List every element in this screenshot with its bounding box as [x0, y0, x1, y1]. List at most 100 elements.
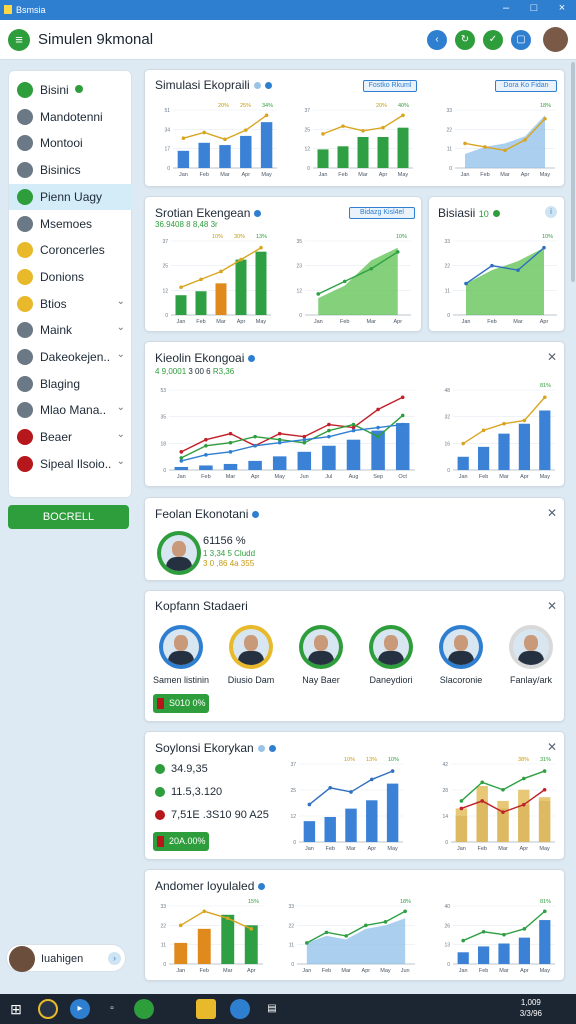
y-tick-label: 0 — [291, 962, 294, 968]
sidebar-item[interactable]: Mlao Mana.. ⌄ — [9, 397, 133, 423]
bar — [244, 925, 258, 964]
x-tick-label: May — [275, 474, 286, 480]
sidebar-action-button[interactable]: BOCRELL — [8, 505, 129, 529]
sidebar-item[interactable]: Pienn Uagy — [9, 183, 133, 210]
start-icon[interactable]: ⊞ — [6, 999, 26, 1019]
data-point — [225, 916, 230, 921]
y-tick-label: 26 — [444, 923, 450, 929]
bar — [324, 816, 336, 842]
sidebar-item[interactable]: Sipeal Ilsoio.. ⌄ — [9, 451, 133, 477]
data-point — [481, 929, 486, 934]
filter-pill[interactable]: Dora Ko Fidan — [495, 80, 557, 92]
x-tick-label: Mar — [498, 846, 508, 852]
bar — [255, 251, 267, 315]
data-point — [239, 257, 243, 262]
sidebar-item[interactable]: Mandotenni — [9, 104, 133, 130]
avatar[interactable] — [543, 27, 568, 52]
progress-button[interactable]: S010 0% — [153, 694, 209, 713]
data-point — [383, 920, 388, 924]
media-icon[interactable]: ▸ — [70, 999, 90, 1019]
close-icon[interactable]: ✕ — [547, 599, 557, 613]
menu-icon[interactable]: ≡ — [8, 29, 30, 51]
count-badge: 10 — [478, 209, 489, 219]
bar — [260, 122, 273, 168]
sidebar-item-label: Blaging — [40, 376, 81, 391]
store-icon[interactable]: ▤ — [262, 999, 282, 1019]
avatar[interactable] — [439, 625, 483, 669]
close-icon[interactable]: ✕ — [547, 506, 557, 520]
maximize-button[interactable]: □ — [524, 2, 544, 14]
person-name: Diusio Dam — [227, 675, 275, 685]
minimize-button[interactable]: – — [496, 2, 516, 14]
info-icon[interactable]: › — [108, 952, 121, 965]
edge-icon[interactable] — [230, 999, 250, 1019]
x-tick-label: Jun — [401, 968, 410, 974]
data-label: 20% — [376, 103, 387, 109]
user-profile[interactable]: Iuahigen › — [6, 944, 126, 972]
user-name: Iuahigen — [41, 953, 84, 965]
progress-button[interactable]: 20A.00% — [153, 832, 209, 851]
avatar[interactable] — [369, 625, 413, 669]
sidebar-item[interactable]: Dakeokejen.. ⌄ — [9, 344, 133, 370]
sidebar-item[interactable]: Btios ⌄ — [9, 291, 133, 317]
scrollbar[interactable] — [571, 62, 575, 282]
browser-icon[interactable] — [38, 999, 58, 1019]
sidebar-item[interactable]: Bisinics — [9, 157, 133, 183]
chart-13: 40 26 13 0 Jan Feb Mar Apr May 81% — [444, 899, 555, 974]
sidebar-item[interactable]: Beaer ⌄ — [9, 424, 133, 450]
y-tick-label: 35 — [296, 239, 302, 245]
window-button[interactable]: ▢ — [511, 30, 531, 50]
sidebar-item[interactable]: Donions — [9, 264, 133, 290]
person-name: Slacoronie — [439, 675, 483, 685]
filter-pill[interactable]: Fostko Rkuml — [363, 80, 417, 92]
app-icon[interactable] — [134, 999, 154, 1019]
sidebar-item[interactable]: Msemoes — [9, 211, 133, 237]
x-tick-label: Mar — [358, 172, 368, 178]
sidebar-item[interactable]: Maink ⌄ — [9, 317, 133, 343]
sidebar-item[interactable]: Bisini — [9, 77, 133, 103]
status-icon — [155, 810, 165, 821]
card-basic: Bisiasii 10 i 33 22 11 0 Jan Feb Mar Apr 10% — [428, 196, 565, 332]
avatar[interactable] — [229, 625, 273, 669]
x-tick-label: May — [256, 319, 267, 325]
sidebar-item[interactable]: Montooi — [9, 130, 133, 156]
status-icon — [157, 836, 164, 847]
y-tick-label: 14 — [442, 814, 448, 820]
y-tick-label: 0 — [445, 840, 448, 846]
status-icon — [248, 355, 256, 363]
window-icon[interactable]: ▫ — [102, 999, 122, 1019]
sidebar-item[interactable]: Coroncerles — [9, 237, 133, 263]
chevron-down-icon[interactable]: ⌄ — [117, 349, 125, 360]
sidebar-item[interactable]: Blaging — [9, 371, 133, 397]
gear-icon — [17, 135, 33, 152]
close-button[interactable]: × — [552, 2, 572, 14]
avatar[interactable] — [299, 625, 343, 669]
y-tick-label: 16 — [444, 441, 450, 447]
x-tick-label: Apr — [247, 968, 256, 974]
avatar[interactable] — [509, 625, 553, 669]
data-point — [344, 934, 348, 938]
series-line — [308, 770, 393, 806]
data-point — [501, 810, 505, 814]
chevron-down-icon[interactable]: ⌄ — [117, 322, 125, 333]
avatar[interactable] — [159, 625, 203, 669]
refresh-button[interactable]: ↻ — [455, 30, 475, 50]
x-tick-label: Jan — [314, 319, 323, 325]
chart-3: 33 22 11 0 Jan Feb Mar Apr May 18% — [446, 103, 555, 178]
filter-pill[interactable]: Bidazg Kisl4el — [349, 207, 415, 219]
data-point — [204, 437, 208, 442]
bar — [240, 135, 252, 168]
chevron-down-icon[interactable]: ⌄ — [117, 296, 125, 307]
card-title: Kieolin Ekongoai — [155, 351, 245, 365]
folder-icon[interactable] — [196, 999, 216, 1019]
chevron-down-icon[interactable]: ⌄ — [117, 456, 125, 467]
list-icon — [17, 215, 33, 232]
info-icon[interactable]: i — [545, 206, 557, 218]
data-label: 81% — [540, 899, 551, 905]
chevron-down-icon[interactable]: ⌄ — [117, 429, 125, 440]
back-button[interactable]: ‹ — [427, 30, 447, 50]
check-button[interactable]: ✓ — [483, 30, 503, 50]
close-icon[interactable]: ✕ — [547, 350, 557, 364]
sidebar-item-label: Montooi — [40, 136, 83, 151]
chevron-down-icon[interactable]: ⌄ — [117, 402, 125, 413]
